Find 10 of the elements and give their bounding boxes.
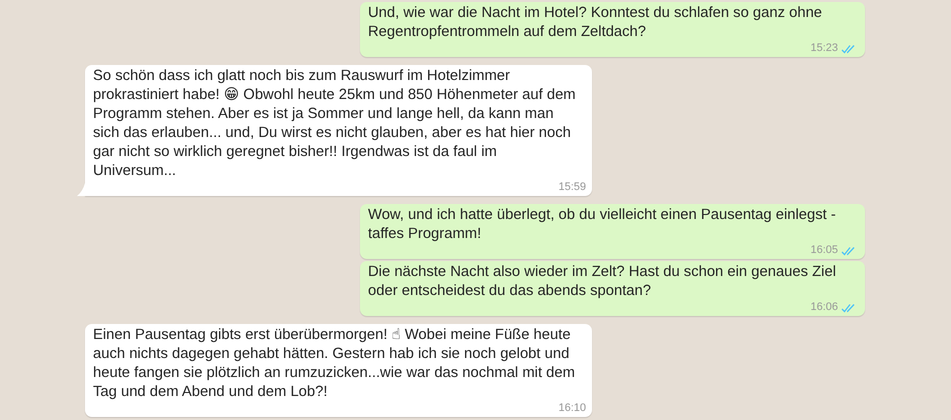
message-time: 16:10 — [558, 402, 586, 415]
message-text: Einen Pausentag gibts erst überübermorgen! ☝ Wobei meine Füße heute auch nichts dagegen gehabt hätten. Gestern hab ich sie noch gelobt und heute fangen sie plötzlich an rumzuzicken...wie war das nochmal mit dem Tag und dem Abend und dem Lob?! — [93, 326, 576, 402]
message-text: Und, wie war die Nacht im Hotel? Konntest du schlafen so ganz ohne Regentropfentrommeln auf dem Zeltdach? — [368, 4, 824, 42]
message-text: So schön dass ich glatt noch bis zum Rauswurf im Hotelzimmer prokrastiniert habe! 😁 Obwohl heute 25km und 850 Höhenmeter auf dem Programm stehen. Aber es ist ja Sommer und lange hell, da kann man sich das erlauben... und, Du wirst es nicht glauben, aber es hat hier noch gar nicht so wirklich geregnet bisher!! Irgendwas ist da faul im Universum... — [93, 67, 577, 181]
message-time: 16:05 — [810, 244, 838, 257]
message-time: 15:23 — [810, 42, 838, 55]
message-time: 15:59 — [558, 181, 586, 194]
message-text: Wow, und ich hatte überlegt, ob du vielleicht einen Pausentag einlegst - taffes Programm! — [368, 206, 837, 244]
message-text: Die nächste Nacht also wieder im Zelt? Hast du schon ein genaues Ziel oder entscheidest du das abends spontan? — [368, 263, 837, 301]
message-time: 16:06 — [810, 301, 838, 314]
